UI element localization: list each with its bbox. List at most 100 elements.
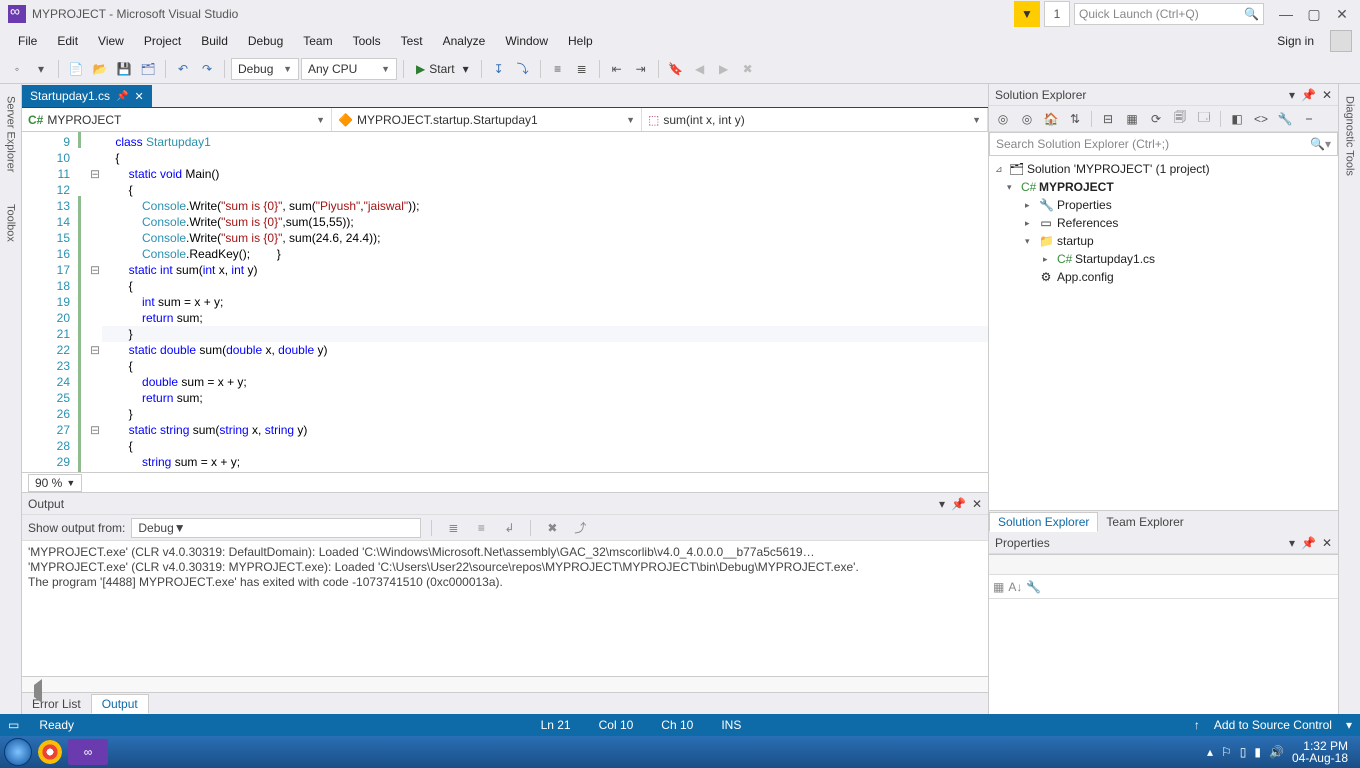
references-node[interactable]: References: [1057, 216, 1118, 230]
add-to-source-control[interactable]: Add to Source Control: [1200, 718, 1346, 732]
member-dropdown[interactable]: ⬚sum(int x, int y)▼: [642, 108, 988, 131]
step-into-icon[interactable]: ↧: [488, 58, 510, 80]
bookmark-icon[interactable]: 🔖: [665, 58, 687, 80]
menu-edit[interactable]: Edit: [47, 30, 88, 52]
code-editor[interactable]: 9101112131415161718192021222324252627282…: [22, 132, 988, 472]
diagnostic-tools-tab[interactable]: Diagnostic Tools: [1344, 90, 1356, 182]
menu-team[interactable]: Team: [293, 30, 342, 52]
zoom-combo[interactable]: 90 %▼: [28, 474, 82, 492]
quick-launch-input[interactable]: Quick Launch (Ctrl+Q) 🔍: [1074, 3, 1264, 25]
nav-back-button[interactable]: ◦: [6, 58, 28, 80]
document-tab-active[interactable]: Startupday1.cs 📌 ✕: [22, 85, 152, 107]
menu-file[interactable]: File: [8, 30, 47, 52]
comment-icon[interactable]: ≡: [547, 58, 569, 80]
configuration-combo[interactable]: Debug▼: [231, 58, 299, 80]
menu-debug[interactable]: Debug: [238, 30, 293, 52]
output-tab[interactable]: Output: [91, 694, 149, 714]
panel-menu-icon[interactable]: ▾: [1289, 536, 1295, 550]
props-wrench-icon[interactable]: 🔧: [1026, 580, 1041, 594]
menu-test[interactable]: Test: [391, 30, 433, 52]
menu-window[interactable]: Window: [495, 30, 558, 52]
tray-volume-icon[interactable]: 🔊: [1269, 745, 1284, 759]
close-button[interactable]: ✕: [1328, 6, 1356, 23]
se-forward-icon[interactable]: ◎: [1017, 109, 1037, 129]
taskbar-chrome-icon[interactable]: [38, 740, 62, 764]
start-orb-icon[interactable]: [4, 738, 32, 766]
se-showall-icon[interactable]: ▦: [1122, 109, 1142, 129]
panel-menu-icon[interactable]: ▾: [939, 497, 945, 511]
sign-in-link[interactable]: Sign in: [1267, 30, 1324, 52]
solution-node[interactable]: Solution 'MYPROJECT' (1 project): [1027, 162, 1210, 176]
se-sync-icon[interactable]: ⇅: [1065, 109, 1085, 129]
maximize-button[interactable]: ▢: [1300, 6, 1328, 23]
props-alpha-icon[interactable]: A↓: [1008, 580, 1022, 594]
se-refresh-icon[interactable]: ⟳: [1146, 109, 1166, 129]
indent-right-icon[interactable]: ⇥: [630, 58, 652, 80]
start-debug-button[interactable]: ▶Start▾: [410, 62, 475, 76]
notification-flag-icon[interactable]: ▼: [1014, 1, 1040, 27]
save-all-button[interactable]: 🗂: [137, 58, 159, 80]
project-node[interactable]: MYPROJECT: [1039, 180, 1114, 194]
uncomment-icon[interactable]: ≣: [571, 58, 593, 80]
output-text[interactable]: 'MYPROJECT.exe' (CLR v4.0.30319: Default…: [22, 541, 988, 676]
se-wrench-icon[interactable]: 🔧: [1275, 109, 1295, 129]
solution-search-input[interactable]: Search Solution Explorer (Ctrl+;) 🔍▾: [989, 132, 1338, 156]
output-source-combo[interactable]: Debug▼: [131, 518, 421, 538]
panel-pin-icon[interactable]: 📌: [1301, 88, 1316, 102]
undo-button[interactable]: ↶: [172, 58, 194, 80]
tray-battery-icon[interactable]: ▯: [1240, 745, 1247, 759]
panel-pin-icon[interactable]: 📌: [951, 497, 966, 511]
file-node[interactable]: Startupday1.cs: [1075, 252, 1155, 266]
menu-project[interactable]: Project: [134, 30, 191, 52]
next-bookmark-icon[interactable]: ▶: [713, 58, 735, 80]
platform-combo[interactable]: Any CPU▼: [301, 58, 397, 80]
panel-close-icon[interactable]: ✕: [1322, 88, 1332, 102]
taskbar-vs-icon[interactable]: ∞: [68, 739, 108, 765]
output-toggle-icon[interactable]: ≡: [470, 518, 492, 538]
panel-pin-icon[interactable]: 📌: [1301, 536, 1316, 550]
tray-action-center-icon[interactable]: ⚐: [1221, 745, 1232, 759]
minimize-button[interactable]: —: [1272, 6, 1300, 22]
output-wrap-icon[interactable]: ↲: [498, 518, 520, 538]
se-copy-icon[interactable]: 🗐: [1170, 109, 1190, 129]
pin-icon[interactable]: 📌: [116, 91, 128, 102]
server-explorer-tab[interactable]: Server Explorer: [5, 90, 17, 178]
chevron-down-icon[interactable]: ▾: [1346, 718, 1352, 732]
nav-forward-button[interactable]: ▾: [30, 58, 52, 80]
close-tab-icon[interactable]: ✕: [135, 90, 144, 103]
panel-menu-icon[interactable]: ▾: [1289, 88, 1295, 102]
new-project-button[interactable]: 📄: [65, 58, 87, 80]
clear-bookmarks-icon[interactable]: ✖: [737, 58, 759, 80]
menu-view[interactable]: View: [88, 30, 134, 52]
output-clear-icon[interactable]: ≣: [442, 518, 464, 538]
solution-tree[interactable]: ⊿🗂Solution 'MYPROJECT' (1 project) ▾C#MY…: [989, 156, 1338, 510]
output-goto-icon[interactable]: ⤴: [569, 518, 591, 538]
notification-count-badge[interactable]: 1: [1044, 1, 1070, 27]
se-code-icon[interactable]: <>: [1251, 109, 1271, 129]
team-explorer-tab[interactable]: Team Explorer: [1098, 512, 1191, 532]
se-preview-icon[interactable]: ◧: [1227, 109, 1247, 129]
se-home-icon[interactable]: 🏠: [1041, 109, 1061, 129]
toolbox-tab[interactable]: Toolbox: [5, 198, 17, 248]
appconfig-node[interactable]: App.config: [1057, 270, 1114, 284]
output-x-icon[interactable]: ✖: [541, 518, 563, 538]
tray-network-icon[interactable]: ▮: [1254, 745, 1261, 759]
panel-close-icon[interactable]: ✕: [972, 497, 982, 511]
tray-clock[interactable]: 1:32 PM 04-Aug-18: [1292, 740, 1348, 764]
type-dropdown[interactable]: 🔶MYPROJECT.startup.Startupday1▼: [332, 108, 642, 131]
step-over-icon[interactable]: ⤵: [512, 58, 534, 80]
se-back-icon[interactable]: ◎: [993, 109, 1013, 129]
avatar-icon[interactable]: [1330, 30, 1352, 52]
output-scrollbar[interactable]: [22, 676, 988, 692]
indent-left-icon[interactable]: ⇤: [606, 58, 628, 80]
panel-close-icon[interactable]: ✕: [1322, 536, 1332, 550]
menu-build[interactable]: Build: [191, 30, 238, 52]
redo-button[interactable]: ↷: [196, 58, 218, 80]
solution-explorer-tab[interactable]: Solution Explorer: [989, 512, 1098, 532]
save-button[interactable]: 💾: [113, 58, 135, 80]
menu-analyze[interactable]: Analyze: [433, 30, 496, 52]
menu-tools[interactable]: Tools: [343, 30, 391, 52]
scope-dropdown[interactable]: C#MYPROJECT▼: [22, 108, 332, 131]
tray-up-icon[interactable]: ▴: [1207, 745, 1213, 759]
properties-node[interactable]: Properties: [1057, 198, 1112, 212]
